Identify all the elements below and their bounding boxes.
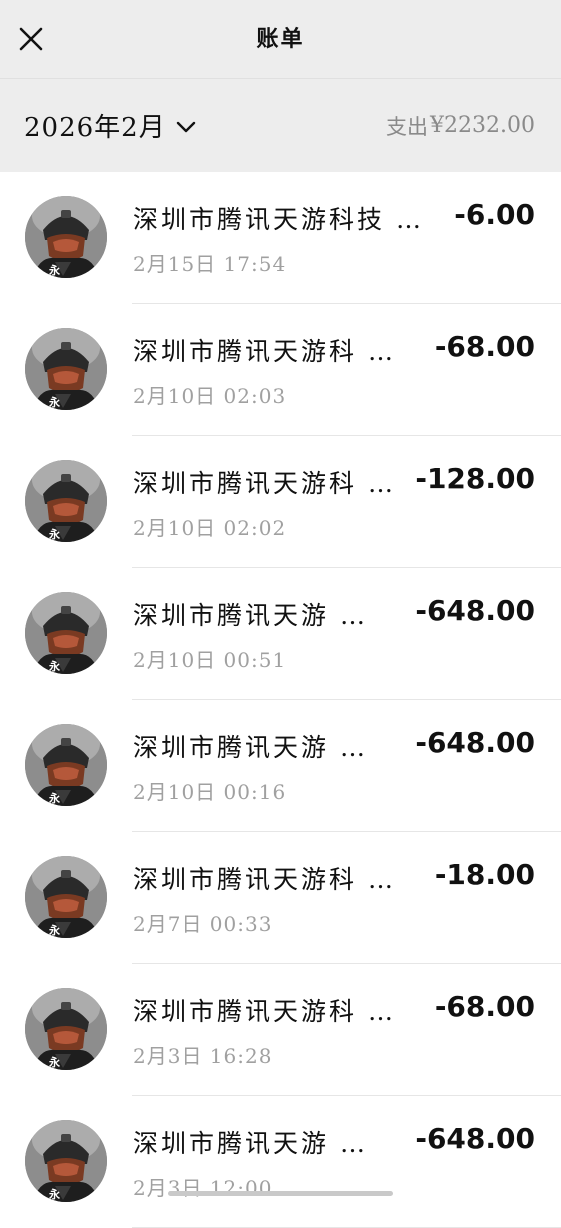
transaction-amount: -648.00 [415, 594, 535, 627]
merchant-name: 深圳市腾讯天游 … [133, 601, 368, 630]
transaction-row[interactable]: 永 深圳市腾讯天游 … 2月10日 00:16 -648.00 [0, 700, 561, 832]
transaction-row[interactable]: 永 深圳市腾讯天游科 … 2月10日 02:02 -128.00 [0, 436, 561, 568]
merchant-avatar: 永 [25, 328, 107, 410]
merchant-name: 深圳市腾讯天游科 … [133, 337, 396, 366]
transaction-time: 2月3日 12:00 [133, 1176, 273, 1200]
transaction-amount: -648.00 [415, 726, 535, 759]
merchant-avatar: 永 [25, 1120, 107, 1202]
transaction-time: 2月10日 02:03 [133, 384, 287, 408]
expense-total: ¥2232.00 [430, 113, 535, 138]
svg-text:永: 永 [48, 659, 61, 673]
transaction-amount: -68.00 [434, 330, 535, 363]
transaction-time: 2月10日 00:16 [133, 780, 287, 804]
transaction-row[interactable]: 永 深圳市腾讯天游科 … 2月3日 16:28 -68.00 [0, 964, 561, 1096]
close-button[interactable] [14, 22, 48, 56]
svg-text:永: 永 [48, 923, 61, 937]
transaction-time: 2月10日 02:02 [133, 516, 287, 540]
transaction-list: 永 深圳市腾讯天游科技 … 2月15日 17:54 -6.00 永 深圳市腾讯天… [0, 172, 561, 1228]
svg-text:永: 永 [48, 263, 61, 277]
transaction-time: 2月15日 17:54 [133, 252, 287, 276]
merchant-name: 深圳市腾讯天游科 … [133, 865, 396, 894]
chevron-down-icon [176, 121, 195, 132]
svg-text:永: 永 [48, 1055, 61, 1069]
transaction-amount: -648.00 [415, 1122, 535, 1155]
merchant-avatar: 永 [25, 196, 107, 278]
home-indicator [168, 1191, 393, 1196]
merchant-name: 深圳市腾讯天游 … [133, 733, 368, 762]
transaction-row[interactable]: 永 深圳市腾讯天游科技 … 2月15日 17:54 -6.00 [0, 172, 561, 304]
transaction-amount: -68.00 [434, 990, 535, 1023]
transaction-amount: -6.00 [454, 198, 535, 231]
svg-text:永: 永 [48, 527, 61, 541]
merchant-name: 深圳市腾讯天游科 … [133, 997, 396, 1026]
transaction-row[interactable]: 永 深圳市腾讯天游科 … 2月10日 02:03 -68.00 [0, 304, 561, 436]
merchant-avatar: 永 [25, 724, 107, 806]
merchant-avatar: 永 [25, 856, 107, 938]
close-icon [19, 27, 43, 51]
expense-label: 支出 [386, 114, 429, 139]
expense-summary: 支出 ¥2232.00 [386, 79, 535, 172]
page-title: 账单 [256, 26, 305, 52]
merchant-avatar: 永 [25, 592, 107, 674]
month-picker[interactable]: 2026年2月 [24, 79, 196, 172]
merchant-name: 深圳市腾讯天游科 … [133, 469, 396, 498]
transaction-time: 2月7日 00:33 [133, 912, 273, 936]
merchant-avatar: 永 [25, 460, 107, 542]
merchant-name: 深圳市腾讯天游 … [133, 1129, 368, 1158]
transaction-amount: -18.00 [434, 858, 535, 891]
transaction-row[interactable]: 永 深圳市腾讯天游 … 2月3日 12:00 -648.00 [0, 1096, 561, 1228]
month-label: 2026年2月 [24, 113, 166, 143]
transaction-time: 2月3日 16:28 [133, 1044, 273, 1068]
svg-text:永: 永 [48, 1187, 61, 1201]
transaction-time: 2月10日 00:51 [133, 648, 287, 672]
merchant-avatar: 永 [25, 988, 107, 1070]
svg-text:永: 永 [48, 395, 61, 409]
top-bar: 账单 [0, 0, 561, 79]
transaction-amount: -128.00 [415, 462, 535, 495]
transaction-row[interactable]: 永 深圳市腾讯天游科 … 2月7日 00:33 -18.00 [0, 832, 561, 964]
svg-text:永: 永 [48, 791, 61, 805]
transaction-row[interactable]: 永 深圳市腾讯天游 … 2月10日 00:51 -648.00 [0, 568, 561, 700]
merchant-name: 深圳市腾讯天游科技 … [133, 205, 424, 234]
filter-bar: 2026年2月 支出 ¥2232.00 [0, 79, 561, 172]
